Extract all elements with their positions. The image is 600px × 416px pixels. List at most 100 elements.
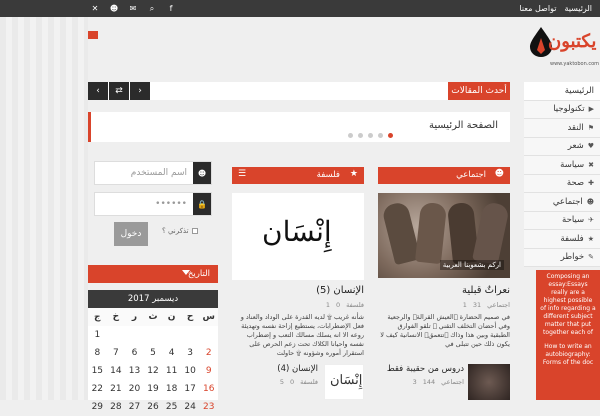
menu-item-politics[interactable]: ✖ سياسة [524,156,600,175]
calendar-day[interactable]: 11 [162,362,181,380]
calendar-day[interactable]: 21 [107,380,126,398]
calendar-day[interactable]: 19 [144,380,163,398]
menu-item-technology[interactable]: ▶ تكنولوجيا [524,100,600,119]
menu-item-thoughts[interactable]: ✎ خواطر [524,248,600,267]
slider[interactable]: الصفحة الرئيسية [88,112,510,142]
calendar-day[interactable]: 2 [199,344,218,362]
article-title-2[interactable]: الإنسان (4) [232,364,318,374]
calendar-day[interactable]: 8 [88,344,107,362]
remember-me[interactable]: تذكرني ؟ [162,227,198,235]
calendar-day[interactable]: 16 [199,380,218,398]
article-excerpt: في صميم الحضارة ۩العيش القرالةۜ والرجعية… [380,313,510,348]
category-head-social[interactable]: ☻ اجتماعي [378,167,510,184]
calendar-day[interactable]: 28 [107,398,126,416]
calendar-day[interactable]: 10 [181,362,200,380]
play-icon: ▶ [588,105,594,114]
image-word: إِنْسَان [262,215,332,248]
article-title-2[interactable]: دروس من حقيبة فقط [378,364,464,374]
slider-dot[interactable] [348,133,353,138]
article-image-insan[interactable]: إِنْسَان [232,193,364,280]
facebook-icon[interactable]: f [166,4,176,13]
calendar-day[interactable]: 14 [107,362,126,380]
meta-comments: 1 [325,301,331,309]
calendar-day[interactable]: 3 [181,344,200,362]
menu-item-poetry[interactable]: ♥ شعر [524,137,600,156]
username-field[interactable]: ☻ اسم المستخدم [94,161,212,185]
calendar-day[interactable]: 20 [125,380,144,398]
calendar-day[interactable]: 15 [88,362,107,380]
calendar-day[interactable]: 12 [144,362,163,380]
article-meta: فلسفة 0 1 [232,301,364,309]
calendar-day[interactable]: 27 [125,398,144,416]
password-placeholder: •••••• [155,199,187,209]
calendar-empty [199,326,218,344]
calendar-day[interactable]: 5 [144,344,163,362]
calendar-empty [107,326,126,344]
calendar-day[interactable]: 29 [88,398,107,416]
ticker-shuffle-button[interactable]: ⇄ [109,82,129,100]
menu-item-criticism[interactable]: ⚑ النقد [524,119,600,138]
ticker-prev-button[interactable]: ‹ [88,82,108,100]
article-meta-2: فلسفة 0 5 [232,378,318,386]
remember-checkbox[interactable] [191,228,198,234]
promo-text-2[interactable]: How to write an autobiography: Forms of … [540,343,596,367]
meta-category[interactable]: فلسفة [346,301,364,309]
latest-articles-bar: ‹ ⇄ › أحدث المقالات [88,82,510,100]
slider-dot[interactable] [378,133,383,138]
user-icon[interactable]: ☻ [109,4,119,13]
login-widget: ☻ اسم المستخدم 🔒 •••••• دخول تذكرني ؟ [88,155,218,260]
meta-comments: 3 [412,378,417,386]
menu-item-label: شعر [567,141,584,152]
menu-item-home[interactable]: الرئيسية [524,82,600,101]
site-logo[interactable]: يكتبون www.yaktobon.com [520,25,599,70]
meta-category[interactable]: فلسفة [300,378,318,386]
calendar-title: التاريخ [187,269,210,279]
article-title[interactable]: الإنسان (5) [232,285,364,296]
article-thumbnail[interactable]: إِنْسَان [324,364,364,400]
calendar-day[interactable]: 22 [88,380,107,398]
promo-text-1[interactable]: Composing an essay:Essays really are a h… [540,273,596,337]
slider-dot[interactable] [368,133,373,138]
calendar-day[interactable]: 24 [181,398,200,416]
top-nav-contact[interactable]: تواصل معنا [519,4,556,13]
menu-item-tourism[interactable]: ✈ سياحة [524,211,600,230]
calendar-day[interactable]: 13 [125,362,144,380]
calendar-day[interactable]: 9 [199,362,218,380]
mail-icon[interactable]: ✉ [128,4,138,13]
calendar-day[interactable]: 4 [162,344,181,362]
article-meta: اجتماعي 31 1 [378,301,510,309]
meta-views: 0 [290,378,295,386]
calendar-day[interactable]: 6 [125,344,144,362]
calendar-day[interactable]: 26 [144,398,163,416]
ticker-next-button[interactable]: › [130,82,150,100]
calendar-day[interactable]: 1 [88,326,107,344]
menu-item-social[interactable]: ☻ اجتماعي [524,193,600,212]
menu-item-philosophy[interactable]: ★ فلسفة [524,230,600,249]
category-head-philosophy[interactable]: ★ فلسفة ☰ [232,167,364,184]
calendar-empty [162,326,181,344]
search-icon[interactable]: ⌕ [147,4,157,14]
meta-category[interactable]: اجتماعي [441,378,464,386]
twitter-icon[interactable]: ✕ [90,4,100,13]
login-button[interactable]: دخول [114,222,148,246]
menu-item-health[interactable]: ✚ صحة [524,174,600,193]
user-icon: ☻ [586,197,594,206]
article-title[interactable]: نعراتٌ قبلية [378,285,510,296]
calendar-day[interactable]: 25 [162,398,181,416]
password-field[interactable]: 🔒 •••••• [94,192,212,216]
top-nav-home[interactable]: الرئيسية [564,4,592,13]
slider-dot[interactable] [358,133,363,138]
calendar-day[interactable]: 23 [199,398,218,416]
meta-category[interactable]: اجتماعي [487,301,510,309]
calendar-day[interactable]: 18 [162,380,181,398]
side-promo[interactable]: Composing an essay:Essays really are a h… [536,270,600,400]
calendar-day[interactable]: 17 [181,380,200,398]
article-image-hands[interactable]: اركم بشعوبنا العربية [378,193,510,278]
calendar-weekday: ر [125,308,144,326]
article-thumbnail[interactable] [468,364,510,400]
calendar-weekday: س [199,308,218,326]
calendar-day[interactable]: 7 [107,344,126,362]
slider-title[interactable]: الصفحة الرئيسية [429,120,498,131]
slider-dot-active[interactable] [388,133,393,138]
menu-item-label: سياسة [560,159,585,170]
